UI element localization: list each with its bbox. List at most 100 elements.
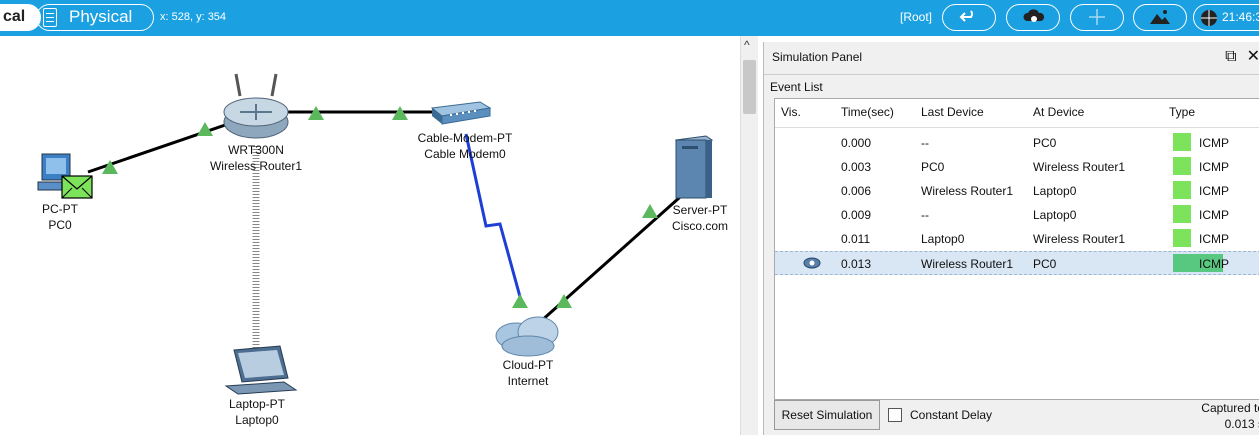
scroll-up-icon[interactable]: ^	[744, 38, 750, 52]
close-icon[interactable]: ✕	[1247, 46, 1259, 66]
event-at-device: Laptop0	[1033, 184, 1077, 198]
cable-modem-icon[interactable]	[430, 101, 492, 125]
image-button[interactable]	[1133, 4, 1187, 31]
device-type: WRT300N	[228, 143, 284, 157]
physical-view-label: Physical	[69, 7, 133, 26]
server-label: Server-PT Cisco.com	[672, 202, 728, 234]
server-icon[interactable]	[674, 135, 714, 199]
type-color-swatch	[1173, 181, 1191, 199]
event-time: 0.011	[841, 232, 871, 246]
divider	[764, 74, 1259, 75]
column-header-time[interactable]: Time(sec)	[841, 105, 894, 119]
type-color-swatch	[1173, 157, 1191, 175]
type-color-swatch	[1173, 229, 1191, 247]
device-name: Laptop0	[235, 413, 279, 427]
column-header-at-device[interactable]: At Device	[1033, 105, 1084, 119]
mountain-image-icon	[1150, 10, 1170, 24]
back-button[interactable]	[942, 4, 996, 31]
table-row[interactable]: 0.006 Wireless Router1 Laptop0 ICMP	[775, 179, 1259, 203]
router-label: WRT300N Wireless Router1	[210, 142, 302, 174]
header-divider	[775, 127, 1259, 128]
reset-simulation-button[interactable]: Reset Simulation	[774, 400, 880, 430]
physical-icon	[43, 8, 57, 27]
event-time: 0.009	[841, 208, 872, 222]
undock-icon[interactable]: ⧉	[1225, 48, 1236, 66]
event-time: 0.006	[841, 184, 872, 198]
root-label[interactable]: [Root]	[900, 10, 932, 24]
device-type: PC-PT	[42, 202, 78, 216]
laptop-icon[interactable]	[224, 345, 298, 395]
table-row[interactable]: 0.011 Laptop0 Wireless Router1 ICMP	[775, 227, 1259, 251]
event-last-device: Wireless Router1	[921, 184, 1014, 198]
event-at-device: Wireless Router1	[1033, 232, 1126, 246]
workspace-scrollbar[interactable]: ^	[740, 36, 758, 435]
top-toolbar: cal Physical x: 528, y: 354 [Root] 21:46…	[0, 0, 1259, 36]
event-last-device: Wireless Router1	[921, 257, 1014, 271]
event-list-label: Event List	[770, 80, 823, 94]
event-last-device: Laptop0	[921, 232, 965, 246]
simulation-panel: Simulation Panel ⧉ ✕ Event List Vis. Time…	[763, 42, 1259, 435]
device-name: Internet	[507, 374, 549, 388]
move-icon	[1089, 9, 1105, 25]
captured-time: Captured to 0.013 s	[1194, 400, 1259, 432]
pc0-label: PC-PT PC0	[42, 201, 78, 233]
link-status-indicators	[102, 106, 658, 308]
event-at-device: Laptop0	[1033, 208, 1077, 222]
cloud-label: Cloud-PT Internet	[503, 357, 554, 389]
captured-label: Captured to	[1201, 401, 1259, 415]
table-row[interactable]: 0.009 -- Laptop0 ICMP	[775, 203, 1259, 227]
constant-delay-label: Constant Delay	[910, 408, 993, 422]
event-type: ICMP	[1199, 257, 1229, 271]
link-up-indicator	[512, 294, 528, 308]
constant-delay-checkbox[interactable]	[888, 408, 902, 422]
column-header-last-device[interactable]: Last Device	[921, 105, 984, 119]
move-button[interactable]	[1070, 4, 1124, 31]
cloud-button[interactable]	[1006, 4, 1060, 31]
globe-icon	[1201, 10, 1217, 26]
event-last-device: --	[921, 136, 929, 150]
modem-label: Cable-Modem-PT Cable Modem0	[418, 130, 513, 162]
event-type: ICMP	[1199, 232, 1229, 246]
device-name: PC0	[48, 218, 72, 232]
event-at-device: Wireless Router1	[1033, 160, 1126, 174]
event-last-device: --	[921, 208, 929, 222]
column-header-vis[interactable]: Vis.	[781, 105, 801, 119]
captured-value: 0.013 s	[1224, 417, 1259, 431]
event-type: ICMP	[1199, 184, 1229, 198]
table-row[interactable]: 0.000 -- PC0 ICMP	[775, 131, 1259, 155]
topology-canvas	[37, 73, 714, 395]
laptop-label: Laptop-PT Laptop0	[229, 396, 285, 428]
eye-icon[interactable]	[803, 257, 821, 269]
wireless-router-icon[interactable]	[223, 73, 289, 139]
event-type: ICMP	[1199, 160, 1229, 174]
device-name: Cable Modem0	[424, 147, 506, 161]
device-type: Cloud-PT	[502, 358, 554, 372]
event-at-device: PC0	[1033, 257, 1057, 271]
table-row[interactable]: 0.003 PC0 Wireless Router1 ICMP	[775, 155, 1259, 179]
link-up-indicator	[642, 204, 658, 218]
type-color-swatch	[1173, 205, 1191, 223]
column-header-type[interactable]: Type	[1169, 105, 1195, 119]
clock-button[interactable]: 21:46:3	[1193, 4, 1259, 31]
scroll-thumb[interactable]	[743, 60, 756, 114]
table-row-selected[interactable]: 0.013 Wireless Router1 PC0 ICMP	[775, 251, 1259, 275]
physical-view-tab[interactable]: Physical	[36, 4, 154, 31]
event-last-device: PC0	[921, 160, 945, 174]
panel-window-controls: ⧉ ✕	[1215, 46, 1259, 66]
event-time: 0.013	[841, 257, 872, 271]
pdu-envelope-icon[interactable]	[61, 175, 93, 199]
cloud-icon[interactable]	[495, 316, 559, 357]
device-type: Cable-Modem-PT	[417, 131, 513, 145]
cloud-settings-icon	[1023, 9, 1045, 22]
event-type: ICMP	[1199, 136, 1229, 150]
panel-title: Simulation Panel	[772, 50, 863, 64]
physical-workspace[interactable]: PC-PT PC0 WRT300N Wireless Router1 Cable…	[0, 36, 740, 435]
event-list-table[interactable]: Vis. Time(sec) Last Device At Device Typ…	[774, 98, 1259, 400]
device-type: Laptop-PT	[228, 397, 286, 411]
event-at-device: PC0	[1033, 136, 1057, 150]
clock-time: 21:46:3	[1222, 10, 1259, 24]
device-type: Server-PT	[672, 203, 728, 217]
logical-view-tab[interactable]: cal	[0, 4, 41, 31]
type-color-swatch	[1173, 133, 1191, 151]
device-name: Cisco.com	[671, 219, 729, 233]
